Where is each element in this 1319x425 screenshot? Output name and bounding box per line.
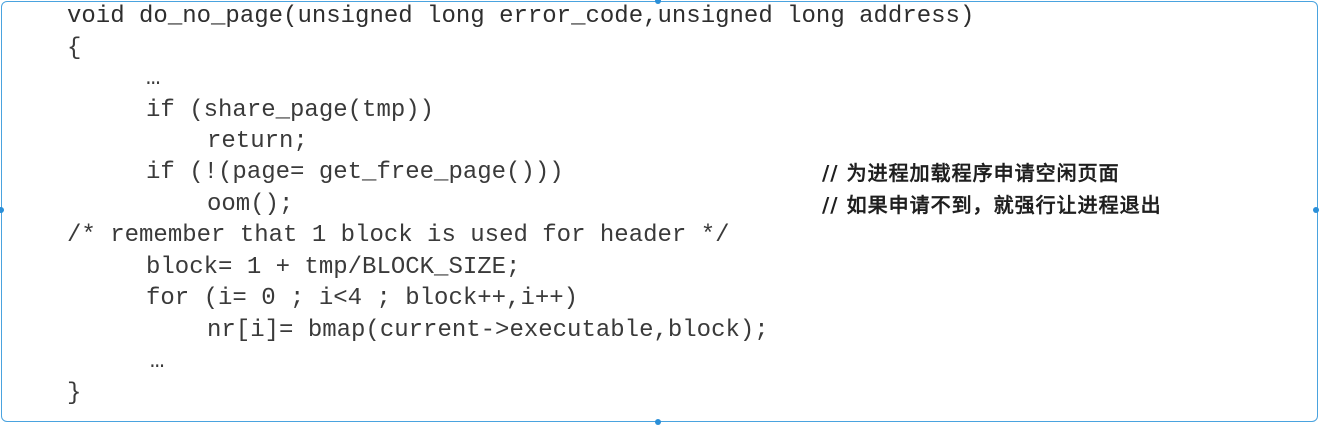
code-line-ellipsis-2: … bbox=[150, 348, 165, 375]
code-line-if-share-page: if (share_page(tmp)) bbox=[146, 97, 435, 124]
code-block: void do_no_page(unsigned long error_code… bbox=[0, 0, 1319, 423]
code-line-for-loop: for (i= 0 ; i<4 ; block++,i++) bbox=[146, 285, 579, 312]
code-line-bmap: nr[i]= bmap(current->executable,block); bbox=[207, 317, 769, 344]
code-line-close-brace: } bbox=[67, 380, 82, 407]
code-comment-alloc-page: // 为进程加载程序申请空闲页面 bbox=[822, 161, 1120, 185]
code-line-signature: void do_no_page(unsigned long error_code… bbox=[67, 3, 975, 30]
code-line-if-get-free-page: if (!(page= get_free_page())) bbox=[146, 159, 564, 186]
code-line-open-brace: { bbox=[67, 35, 82, 62]
code-line-return: return; bbox=[207, 128, 308, 155]
code-line-oom: oom(); bbox=[207, 191, 294, 218]
code-line-block-comment: /* remember that 1 block is used for hea… bbox=[67, 222, 730, 249]
code-line-ellipsis: … bbox=[146, 65, 161, 92]
code-line-block-assign: block= 1 + tmp/BLOCK_SIZE; bbox=[146, 254, 521, 281]
code-comment-force-exit: // 如果申请不到，就强行让进程退出 bbox=[822, 193, 1162, 217]
